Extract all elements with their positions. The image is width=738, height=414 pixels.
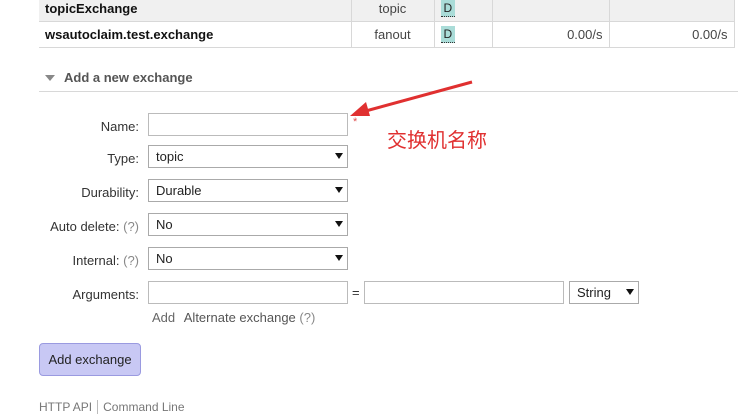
annotation-arrow-icon — [350, 80, 473, 116]
auto-delete-select[interactable]: No — [148, 213, 348, 236]
help-icon[interactable]: (?) — [299, 310, 315, 325]
http-api-link[interactable]: HTTP API — [39, 400, 92, 414]
help-icon[interactable]: (?) — [123, 219, 139, 234]
rate-in — [492, 0, 610, 22]
internal-select[interactable]: No — [148, 247, 348, 270]
table-row[interactable]: topicExchange topic D — [39, 0, 735, 22]
exchange-name[interactable]: topicExchange — [39, 0, 352, 22]
internal-label: Internal: (?) — [72, 253, 140, 268]
durability-label: Durability: — [81, 185, 139, 200]
argument-shortcuts: Add Alternate exchange (?) — [152, 310, 315, 325]
exchange-name[interactable]: wsautoclaim.test.exchange — [39, 21, 352, 48]
name-label: Name: — [100, 119, 139, 134]
rate-out: 0.00/s — [609, 21, 735, 48]
rate-in: 0.00/s — [492, 21, 610, 48]
exchange-type: fanout — [351, 21, 435, 48]
table-row[interactable]: wsautoclaim.test.exchange fanout D 0.00/… — [39, 21, 735, 48]
dropdown-arrow-icon — [335, 187, 343, 193]
auto-delete-select-value: No — [156, 217, 173, 232]
collapse-triangle-icon — [45, 75, 55, 81]
footer-links: HTTP API Command Line — [39, 400, 185, 414]
type-select[interactable]: topic — [148, 145, 348, 168]
type-label: Type: — [107, 151, 139, 166]
name-input[interactable] — [148, 113, 348, 136]
command-line-link[interactable]: Command Line — [103, 400, 184, 414]
section-title: Add a new exchange — [64, 70, 193, 85]
arguments-label: Arguments: — [72, 287, 139, 302]
durable-badge: D — [440, 26, 456, 43]
argument-type-select[interactable]: String — [569, 281, 639, 304]
durability-select[interactable]: Durable — [148, 179, 348, 202]
annotation-label: 交换机名称 — [387, 128, 487, 152]
dropdown-arrow-icon — [335, 255, 343, 261]
alternate-exchange-link[interactable]: Alternate exchange — [184, 310, 296, 325]
internal-select-value: No — [156, 251, 173, 266]
durability-select-value: Durable — [156, 183, 202, 198]
argument-key-input[interactable] — [148, 281, 348, 304]
exchange-type: topic — [351, 0, 435, 22]
auto-delete-label: Auto delete: (?) — [50, 219, 139, 234]
add-argument-label: Add — [152, 310, 176, 325]
equals-sign: = — [352, 285, 360, 300]
dropdown-arrow-icon — [626, 289, 634, 295]
argument-type-value: String — [577, 285, 611, 300]
help-icon[interactable]: (?) — [123, 253, 139, 268]
durable-badge: D — [440, 0, 456, 17]
dropdown-arrow-icon — [335, 153, 343, 159]
exchanges-table: topicExchange topic D wsautoclaim.test.e… — [39, 0, 735, 48]
dropdown-arrow-icon — [335, 221, 343, 227]
type-select-value: topic — [156, 149, 184, 164]
rate-out — [609, 0, 735, 22]
add-exchange-button[interactable]: Add exchange — [39, 343, 141, 376]
argument-value-input[interactable] — [364, 281, 564, 304]
